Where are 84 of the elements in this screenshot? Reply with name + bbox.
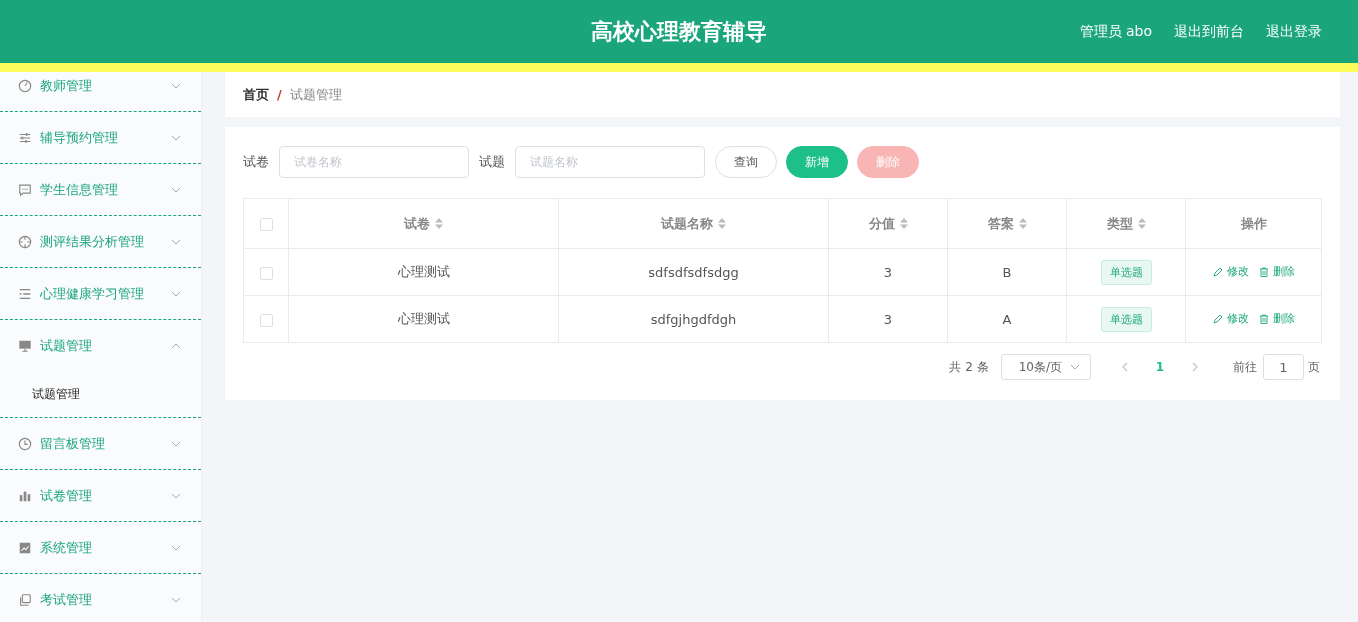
sort-icon [1018, 218, 1027, 229]
menu-item[interactable]: 系统管理 [0, 522, 201, 573]
chat-icon [18, 182, 32, 197]
chevron-down-icon [1069, 364, 1080, 370]
search-field[interactable]: 试题名称 [515, 146, 705, 178]
menu-item[interactable]: 试卷管理 [0, 470, 201, 521]
breadcrumb-item: 试题管理 [289, 85, 342, 104]
action-button[interactable]: 查询 [715, 146, 777, 178]
pencil-icon [1212, 313, 1223, 324]
row-checkbox[interactable] [259, 266, 273, 280]
edit-link[interactable]: 修改 [1212, 264, 1249, 280]
total-count: 共 2 条 [949, 358, 989, 376]
menu-item[interactable]: 学生信息管理 [0, 164, 201, 215]
delete-link[interactable]: 删除 [1258, 264, 1295, 280]
page-number[interactable]: 1 [1155, 360, 1164, 374]
type-tag: 单选题 [1100, 259, 1152, 285]
menu-item[interactable]: 测评结果分析管理 [0, 216, 201, 267]
copy-icon [18, 592, 32, 607]
header-link[interactable]: 退出登录 [1266, 22, 1322, 41]
app-title: 高校心理教育辅导 [591, 17, 767, 46]
chevron-down-icon [171, 596, 181, 603]
menu-item[interactable]: 留言板管理 [0, 418, 201, 469]
user-label: 管理员 abo [1079, 22, 1152, 41]
field-label: 试题 [479, 153, 505, 171]
chevron-down-icon [171, 290, 181, 297]
menu-item[interactable]: 辅导预约管理 [0, 112, 201, 163]
action-button[interactable]: 新增 [786, 146, 848, 178]
page-input[interactable]: 1 [1263, 354, 1304, 380]
select-all-checkbox[interactable] [259, 218, 273, 231]
menu-item[interactable]: 试题管理 [0, 320, 201, 371]
sort-icon [718, 218, 726, 229]
breadcrumb-item[interactable]: 首页 [243, 85, 269, 104]
chevron-down-icon [171, 134, 181, 141]
chevron-down-icon [171, 440, 181, 447]
page-size-select[interactable]: 10条/页 [1000, 354, 1091, 380]
search-field[interactable]: 试卷名称 [279, 146, 469, 178]
column-header[interactable]: 试题名称 [661, 214, 726, 233]
table-cell: sdfgjhgdfdgh [650, 311, 737, 327]
page-suffix: 页 [1308, 358, 1320, 376]
chevron-left-icon [1120, 362, 1128, 372]
sort-icon [1137, 218, 1146, 229]
header-link[interactable]: 退出到前台 [1174, 22, 1244, 41]
submenu-item[interactable]: 试题管理 [0, 371, 201, 417]
column-header: 操作 [1240, 214, 1267, 233]
table-cell: A [1002, 311, 1012, 327]
table-cell: B [1002, 264, 1012, 280]
crosshair-icon [18, 234, 32, 249]
menu-item[interactable]: 心理健康学习管理 [0, 268, 201, 319]
chevron-down-icon [171, 238, 181, 245]
table-cell: sdfsdfsdfsdgg [648, 264, 739, 280]
table-cell: 3 [883, 311, 893, 327]
chevron-down-icon [171, 544, 181, 551]
table-cell: 心理测试 [397, 264, 450, 279]
field-label: 试卷 [243, 153, 269, 171]
chevron-down-icon [171, 82, 181, 89]
row-checkbox[interactable] [259, 313, 273, 327]
menu-item[interactable]: 考试管理 [0, 574, 201, 622]
chevron-up-icon [171, 342, 181, 349]
gauge-icon [18, 78, 32, 93]
menu-item[interactable]: 教师管理 [0, 72, 201, 111]
trash-icon [1258, 313, 1269, 324]
trash-icon [1258, 266, 1269, 277]
type-tag: 单选题 [1100, 306, 1152, 332]
table-cell: 3 [883, 264, 893, 280]
column-header[interactable]: 答案 [987, 214, 1027, 233]
column-header[interactable]: 试卷 [404, 214, 443, 233]
pencil-icon [1212, 266, 1223, 277]
edit-link[interactable]: 修改 [1212, 311, 1249, 327]
sliders-icon [18, 130, 32, 145]
chevron-down-icon [171, 492, 181, 499]
column-header[interactable]: 类型 [1106, 214, 1146, 233]
delete-link[interactable]: 删除 [1258, 311, 1295, 327]
chevron-down-icon [171, 186, 181, 193]
column-header[interactable]: 分值 [868, 214, 908, 233]
breadcrumb-separator: / [277, 87, 282, 102]
sort-icon [899, 218, 908, 229]
table-cell: 心理测试 [397, 311, 450, 326]
sort-icon [435, 218, 443, 229]
clock-icon [18, 436, 32, 451]
chevron-right-icon [1192, 362, 1199, 372]
goto-label: 前往 [1233, 358, 1257, 376]
monitor-icon [18, 338, 32, 353]
list-icon [18, 286, 32, 301]
line-chart-icon [18, 540, 32, 555]
